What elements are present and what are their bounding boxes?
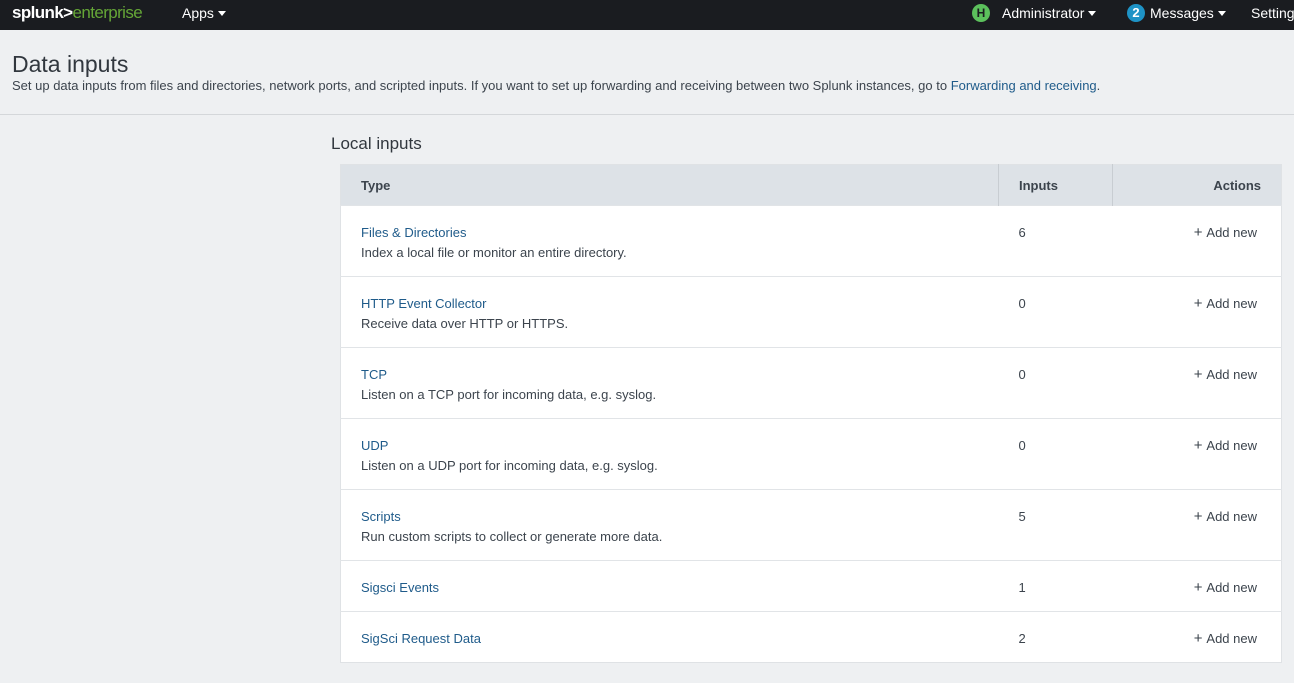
input-type-link[interactable]: Scripts <box>361 507 979 527</box>
plus-icon: + <box>1193 437 1203 454</box>
cell-type: HTTP Event Collector Receive data over HT… <box>340 276 999 348</box>
add-new-button[interactable]: + Add new <box>1193 295 1257 312</box>
plus-icon: + <box>1193 295 1203 312</box>
cell-actions: + Add new <box>1112 489 1282 561</box>
column-header-inputs: Inputs <box>998 164 1113 206</box>
settings-menu[interactable]: Settings <box>1251 0 1294 30</box>
table-row: Files & Directories Index a local file or… <box>340 205 1282 277</box>
cell-type: Sigsci Events <box>340 560 999 612</box>
cell-type: Scripts Run custom scripts to collect or … <box>340 489 999 561</box>
add-new-button[interactable]: + Add new <box>1193 630 1257 647</box>
plus-icon: + <box>1193 366 1203 383</box>
plus-icon: + <box>1193 508 1203 525</box>
cell-type: UDP Listen on a UDP port for incoming dat… <box>340 418 999 490</box>
table-row: TCP Listen on a TCP port for incoming dat… <box>340 347 1282 419</box>
chevron-down-icon <box>1088 10 1097 16</box>
messages-menu[interactable]: 2 Messages <box>1127 0 1226 30</box>
cell-inputs-count: 0 <box>998 418 1113 490</box>
avatar: H <box>972 4 990 23</box>
apps-menu[interactable]: Apps <box>182 0 226 30</box>
cell-inputs-count: 2 <box>998 611 1113 663</box>
input-type-description: Listen on a TCP port for incoming data, … <box>361 387 657 402</box>
chevron-down-icon <box>1217 10 1226 16</box>
user-menu-label: Administrator <box>1002 5 1085 21</box>
add-new-button[interactable]: + Add new <box>1193 579 1257 596</box>
add-new-button[interactable]: + Add new <box>1193 437 1257 454</box>
table-row: SigSci Request Data 2 + Add new <box>340 611 1282 663</box>
table-header-row: Type Inputs Actions <box>340 164 1282 206</box>
column-header-type: Type <box>340 164 999 206</box>
page-header: Data inputs Set up data inputs from file… <box>0 30 1294 115</box>
cell-type: TCP Listen on a TCP port for incoming dat… <box>340 347 999 419</box>
input-type-link[interactable]: Sigsci Events <box>361 578 979 598</box>
user-menu[interactable]: H Administrator <box>972 0 1097 30</box>
input-type-link[interactable]: UDP <box>361 436 979 456</box>
page-title: Data inputs <box>12 51 129 77</box>
add-new-label: Add new <box>1206 509 1257 524</box>
table-row: Scripts Run custom scripts to collect or … <box>340 489 1282 561</box>
top-navigation-bar: splunk>enterprise Apps H Administrator 2M… <box>0 0 1294 30</box>
logo-text-splunk: splunk> <box>12 3 73 22</box>
input-type-link[interactable]: Files & Directories <box>361 223 979 243</box>
add-new-label: Add new <box>1206 296 1257 311</box>
add-new-label: Add new <box>1206 580 1257 595</box>
add-new-button[interactable]: + Add new <box>1193 508 1257 525</box>
add-new-button[interactable]: + Add new <box>1193 366 1257 383</box>
messages-menu-label: Messages <box>1150 5 1214 21</box>
cell-inputs-count: 1 <box>998 560 1113 612</box>
cell-inputs-count: 0 <box>998 276 1113 348</box>
local-inputs-title: Local inputs <box>331 134 422 153</box>
table-row: Sigsci Events 1 + Add new <box>340 560 1282 612</box>
forwarding-and-receiving-link[interactable]: Forwarding and receiving <box>951 78 1097 93</box>
table-row: HTTP Event Collector Receive data over HT… <box>340 276 1282 348</box>
local-inputs-table: Type Inputs Actions Files & Directories I… <box>340 164 1282 663</box>
chevron-down-icon <box>217 10 226 16</box>
page-description-text: Set up data inputs from files and direct… <box>12 78 951 93</box>
table-row: UDP Listen on a UDP port for incoming dat… <box>340 418 1282 490</box>
cell-inputs-count: 0 <box>998 347 1113 419</box>
add-new-label: Add new <box>1206 438 1257 453</box>
input-type-description: Listen on a UDP port for incoming data, … <box>361 458 658 473</box>
cell-type: SigSci Request Data <box>340 611 999 663</box>
splunk-logo[interactable]: splunk>enterprise <box>12 3 143 23</box>
plus-icon: + <box>1193 630 1203 647</box>
settings-menu-label: Settings <box>1251 5 1294 21</box>
cell-inputs-count: 6 <box>998 205 1113 277</box>
add-new-label: Add new <box>1206 367 1257 382</box>
add-new-button[interactable]: + Add new <box>1193 224 1257 241</box>
input-type-description: Receive data over HTTP or HTTPS. <box>361 316 569 331</box>
plus-icon: + <box>1193 224 1203 241</box>
cell-actions: + Add new <box>1112 611 1282 663</box>
cell-type: Files & Directories Index a local file or… <box>340 205 999 277</box>
plus-icon: + <box>1193 579 1203 596</box>
add-new-label: Add new <box>1206 225 1257 240</box>
cell-actions: + Add new <box>1112 205 1282 277</box>
apps-menu-label: Apps <box>182 5 214 21</box>
page-description-end: . <box>1096 78 1101 93</box>
column-header-actions: Actions <box>1112 164 1282 206</box>
messages-count-badge: 2 <box>1127 4 1145 23</box>
cell-actions: + Add new <box>1112 418 1282 490</box>
input-type-description: Index a local file or monitor an entire … <box>361 245 627 260</box>
input-type-link[interactable]: TCP <box>361 365 979 385</box>
cell-actions: + Add new <box>1112 560 1282 612</box>
cell-actions: + Add new <box>1112 347 1282 419</box>
input-type-link[interactable]: SigSci Request Data <box>361 629 979 649</box>
cell-inputs-count: 5 <box>998 489 1113 561</box>
input-type-description: Run custom scripts to collect or generat… <box>361 529 663 544</box>
input-type-link[interactable]: HTTP Event Collector <box>361 294 979 314</box>
add-new-label: Add new <box>1206 631 1257 646</box>
page-description: Set up data inputs from files and direct… <box>12 78 1100 94</box>
logo-text-enterprise: enterprise <box>72 3 143 22</box>
cell-actions: + Add new <box>1112 276 1282 348</box>
